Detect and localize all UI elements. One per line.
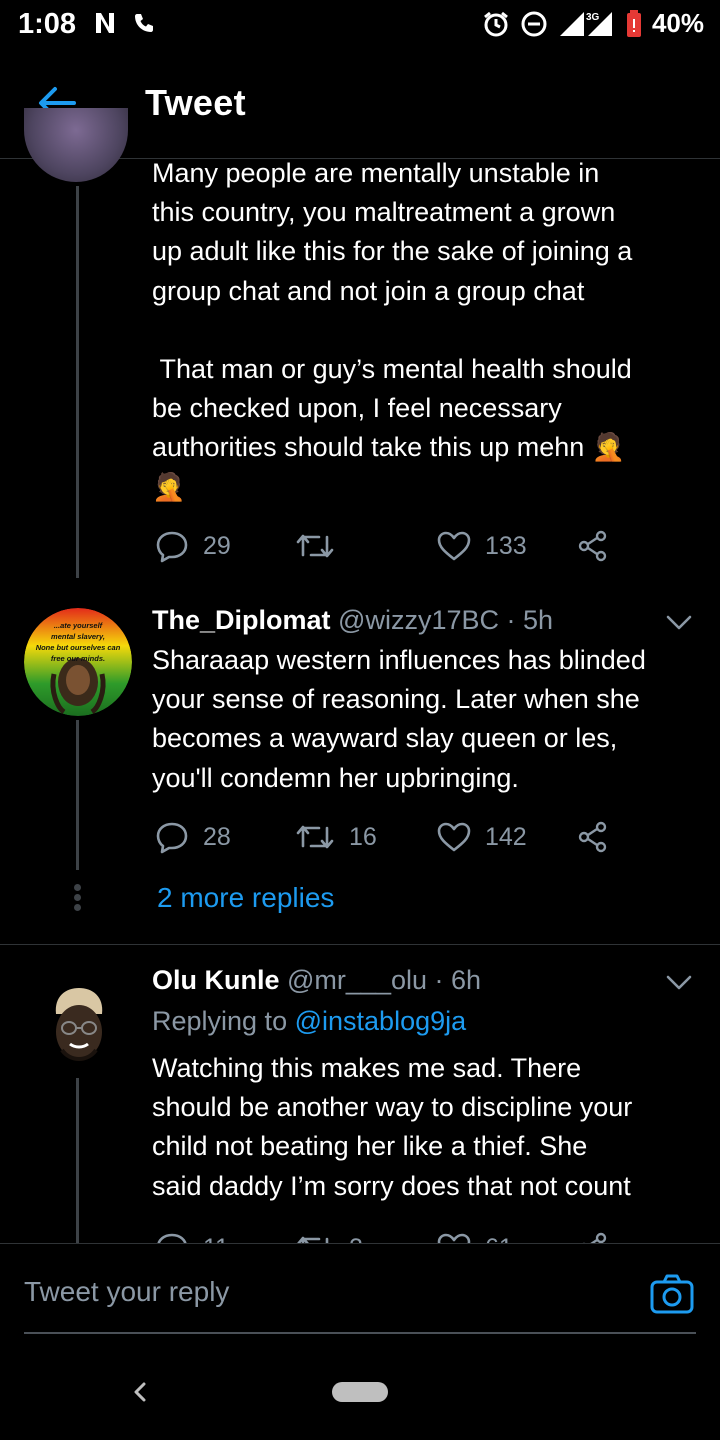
nav-home-pill[interactable] <box>332 1382 388 1402</box>
avatar-caption: ...ate yourself <box>53 621 103 630</box>
tweet-header: The_Diplomat @wizzy17BC · 5h <box>152 605 553 636</box>
heart-icon <box>437 531 471 561</box>
thread-line <box>76 1078 79 1243</box>
avatar[interactable]: ...ate yourself mental slavery, None but… <box>24 608 132 716</box>
network-type: 3G <box>586 12 600 23</box>
divider <box>0 944 720 945</box>
retweet-button[interactable]: 16 <box>295 817 377 857</box>
input-underline <box>24 1332 696 1334</box>
user-handle[interactable]: @mr___olu · 6h <box>287 965 481 995</box>
avatar[interactable] <box>24 108 128 182</box>
share-icon <box>578 821 607 853</box>
retweet-icon <box>296 825 334 849</box>
retweet-icon <box>296 534 334 558</box>
status-bar: 1:08 3G 40% <box>0 0 720 52</box>
memoji-image <box>55 988 103 1061</box>
thread-line <box>76 186 79 578</box>
share-icon <box>578 530 607 562</box>
do-not-disturb-icon <box>521 11 547 36</box>
alarm-icon <box>484 11 508 36</box>
more-replies-link[interactable]: 2 more replies <box>157 882 334 914</box>
avatar-caption: free our minds. <box>50 654 106 663</box>
tweet-actions: 28 16 142 <box>155 817 625 857</box>
replying-to: Replying to @instablog9ja <box>152 1006 466 1037</box>
share-button[interactable] <box>577 817 609 857</box>
signal-icon: 3G <box>559 11 612 36</box>
battery-icon <box>626 9 641 37</box>
retweet-button[interactable] <box>295 526 349 566</box>
reply-icon <box>156 822 188 854</box>
chevron-down-icon[interactable] <box>666 975 692 991</box>
reply-button[interactable]: 29 <box>155 526 231 566</box>
display-name[interactable]: The_Diplomat <box>152 605 331 635</box>
user-handle[interactable]: @wizzy17BC · 5h <box>338 605 553 635</box>
netflix-notification-icon <box>96 13 114 33</box>
nav-back-icon[interactable] <box>128 1376 150 1408</box>
reply-input[interactable]: Tweet your reply <box>24 1276 229 1308</box>
reply-count: 28 <box>203 822 231 851</box>
like-button[interactable]: 142 <box>437 817 527 857</box>
phone-icon <box>135 14 153 32</box>
system-nav-bar <box>0 1348 720 1440</box>
share-button[interactable] <box>577 526 609 566</box>
retweet-count: 16 <box>349 822 377 851</box>
avatar[interactable] <box>48 984 110 1068</box>
replying-to-prefix: Replying to <box>152 1006 288 1036</box>
reply-button[interactable]: 28 <box>155 817 231 857</box>
avatar-caption: None but ourselves can <box>35 643 121 652</box>
tweet-header: Olu Kunle @mr___olu · 6h <box>152 965 481 996</box>
reply-composer: Tweet your reply <box>0 1243 720 1349</box>
page-title: Tweet <box>145 82 246 123</box>
reply-count: 29 <box>203 531 231 560</box>
tweet-text: Sharaaap western influences has blinded … <box>152 645 646 793</box>
tweet-text: Watching this makes me sad. There should… <box>152 1053 633 1201</box>
display-name[interactable]: Olu Kunle <box>152 965 280 995</box>
status-time: 1:08 <box>18 8 77 40</box>
camera-icon[interactable] <box>650 1274 694 1314</box>
heart-icon <box>437 822 471 852</box>
like-count: 142 <box>485 822 527 851</box>
avatar-caption: mental slavery, <box>51 632 105 641</box>
tweet-text: Many people are mentally unstable in thi… <box>152 158 633 502</box>
chevron-down-icon[interactable] <box>666 615 692 631</box>
thread-gap-dots <box>73 884 82 914</box>
replying-to-link[interactable]: @instablog9ja <box>295 1006 467 1036</box>
like-button[interactable]: 133 <box>437 526 527 566</box>
battery-level: 40% <box>651 8 704 38</box>
thread-line <box>76 720 79 870</box>
tweet-actions: 29 133 <box>155 526 625 566</box>
like-count: 133 <box>485 531 527 560</box>
reply-icon <box>156 531 188 563</box>
